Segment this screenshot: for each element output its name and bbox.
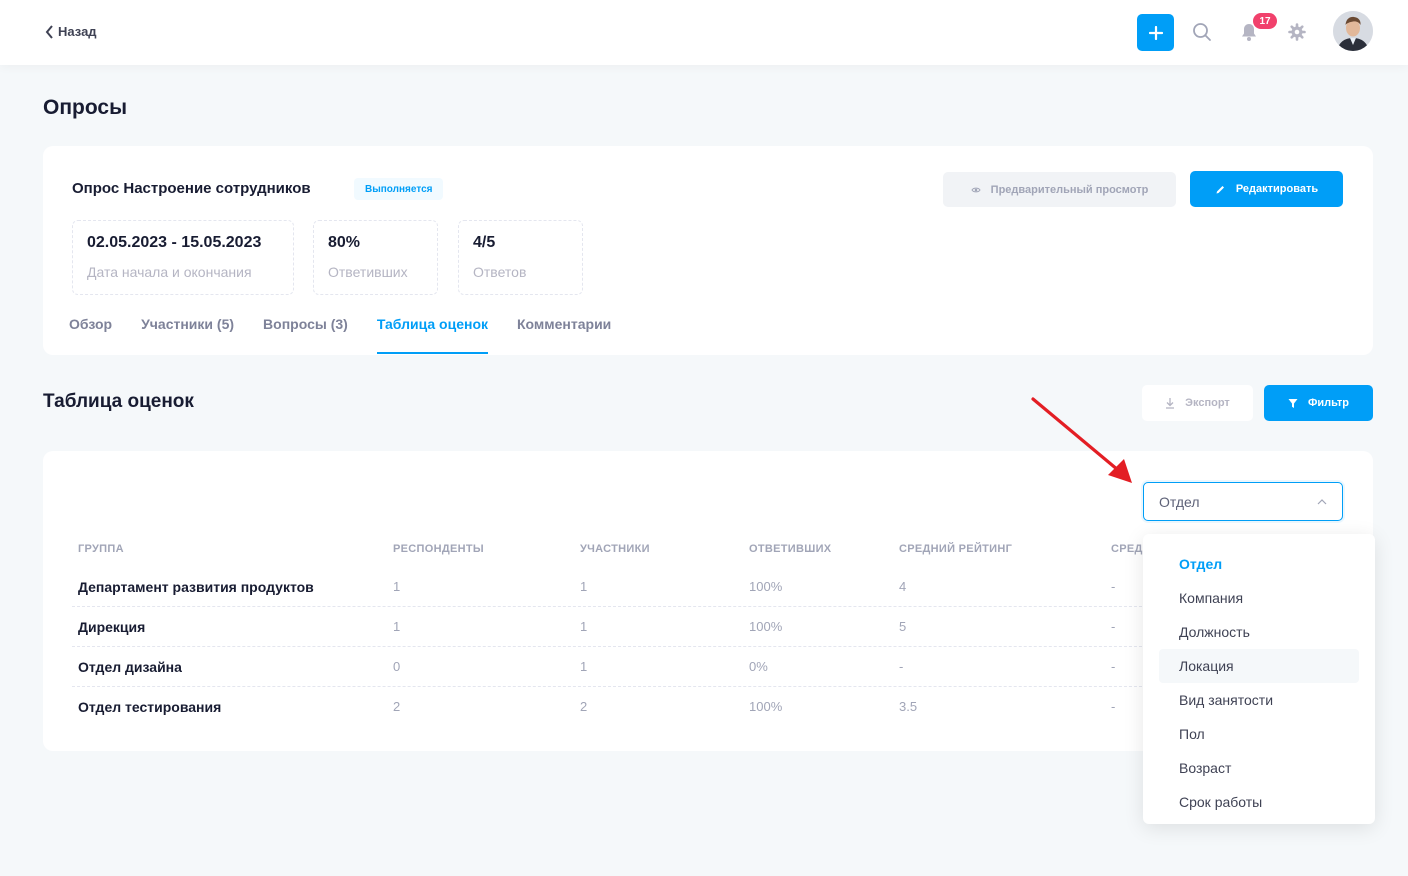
col-header-avg-cut[interactable]: СРЕД bbox=[1111, 543, 1143, 555]
preview-button[interactable]: Предварительный просмотр bbox=[943, 172, 1176, 207]
cell-answered: 100% bbox=[749, 619, 783, 634]
user-avatar[interactable] bbox=[1333, 11, 1373, 51]
stat-value: 4/5 bbox=[473, 234, 496, 251]
dropdown-option-age[interactable]: Возраст bbox=[1159, 751, 1359, 785]
filter-icon bbox=[1288, 398, 1298, 408]
cell-respondents: 2 bbox=[393, 699, 401, 714]
dropdown-option-position[interactable]: Должность bbox=[1159, 615, 1359, 649]
stat-value: 02.05.2023 - 15.05.2023 bbox=[87, 234, 262, 251]
tab-participants[interactable]: Участники (5) bbox=[141, 316, 234, 354]
edit-label: Редактировать bbox=[1235, 183, 1319, 195]
stat-dates: 02.05.2023 - 15.05.2023 Дата начала и ок… bbox=[72, 220, 294, 295]
cell-participants: 2 bbox=[580, 699, 588, 714]
table-row: Дирекция 1 1 100% 5 - bbox=[72, 607, 1162, 647]
col-header-group[interactable]: ГРУППА bbox=[78, 543, 124, 555]
cell-answered: 0% bbox=[749, 659, 768, 674]
back-link[interactable]: Назад bbox=[45, 24, 97, 39]
status-badge: Выполняется bbox=[354, 178, 444, 200]
cell-group: Отдел дизайна bbox=[78, 659, 182, 675]
cell-group: Отдел тестирования bbox=[78, 699, 222, 715]
dropdown-option-location[interactable]: Локация bbox=[1159, 649, 1359, 683]
table-row: Департамент развития продуктов 1 1 100% … bbox=[72, 567, 1162, 607]
search-icon bbox=[1193, 23, 1211, 41]
stat-label: Дата начала и окончания bbox=[87, 264, 252, 280]
cell-extra: - bbox=[1111, 579, 1116, 594]
plus-icon bbox=[1148, 25, 1163, 40]
stat-value: 80% bbox=[328, 234, 361, 251]
gear-icon bbox=[1288, 23, 1306, 41]
add-button[interactable] bbox=[1137, 14, 1174, 51]
survey-title: Опрос Настроение сотрудников bbox=[72, 180, 311, 197]
tab-questions[interactable]: Вопросы (3) bbox=[263, 316, 348, 354]
edit-button[interactable]: Редактировать bbox=[1190, 171, 1343, 207]
cell-participants: 1 bbox=[580, 659, 588, 674]
cell-answered: 100% bbox=[749, 579, 783, 594]
group-by-select[interactable]: Отдел bbox=[1143, 482, 1343, 521]
notifications-badge: 17 bbox=[1253, 13, 1277, 29]
settings-button[interactable] bbox=[1287, 22, 1307, 42]
tab-comments[interactable]: Комментарии bbox=[517, 316, 611, 354]
cell-avg-rating: 4 bbox=[899, 579, 907, 594]
cell-group: Департамент развития продуктов bbox=[78, 579, 314, 595]
filter-button[interactable]: Фильтр bbox=[1264, 385, 1373, 421]
stat-label: Ответивших bbox=[328, 264, 408, 280]
cell-respondents: 0 bbox=[393, 659, 401, 674]
cell-avg-rating: - bbox=[899, 659, 904, 674]
tab-ratings-table[interactable]: Таблица оценок bbox=[376, 316, 489, 354]
cell-participants: 1 bbox=[580, 579, 588, 594]
filter-label: Фильтр bbox=[1307, 397, 1350, 409]
dropdown-option-tenure[interactable]: Срок работы bbox=[1159, 785, 1359, 819]
dropdown-option-department[interactable]: Отдел bbox=[1159, 547, 1359, 581]
survey-card: Опрос Настроение сотрудников Выполняется… bbox=[43, 146, 1373, 355]
back-label: Назад bbox=[58, 24, 97, 39]
top-header: Назад 17 bbox=[0, 0, 1408, 65]
cell-participants: 1 bbox=[580, 619, 588, 634]
col-header-participants[interactable]: УЧАСТНИКИ bbox=[580, 543, 650, 555]
stat-answers: 4/5 Ответов bbox=[458, 220, 583, 295]
dropdown-option-employment-type[interactable]: Вид занятости bbox=[1159, 683, 1359, 717]
cell-answered: 100% bbox=[749, 699, 783, 714]
pencil-icon bbox=[1216, 185, 1224, 193]
table-row: Отдел дизайна 0 1 0% - - bbox=[72, 647, 1162, 687]
select-value: Отдел bbox=[1159, 493, 1200, 510]
export-label: Экспорт bbox=[1185, 397, 1230, 409]
download-icon bbox=[1166, 398, 1175, 409]
cell-extra: - bbox=[1111, 699, 1116, 714]
survey-tabs: Обзор Участники (5) Вопросы (3) Таблица … bbox=[69, 316, 640, 354]
col-header-respondents[interactable]: РЕСПОНДЕНТЫ bbox=[393, 543, 484, 555]
export-button[interactable]: Экспорт bbox=[1142, 385, 1253, 421]
stat-label: Ответов bbox=[473, 264, 527, 280]
cell-respondents: 1 bbox=[393, 579, 401, 594]
annotation-arrow bbox=[1031, 397, 1132, 483]
page-title: Опросы bbox=[43, 96, 128, 119]
group-by-dropdown: Отдел Компания Должность Локация Вид зан… bbox=[1143, 534, 1375, 824]
avatar-image bbox=[1333, 11, 1373, 51]
cell-extra: - bbox=[1111, 619, 1116, 634]
tab-overview[interactable]: Обзор bbox=[69, 316, 112, 354]
dropdown-option-gender[interactable]: Пол bbox=[1159, 717, 1359, 751]
stat-answered-percent: 80% Ответивших bbox=[313, 220, 438, 295]
preview-label: Предварительный просмотр bbox=[990, 183, 1149, 196]
col-header-avg-rating[interactable]: СРЕДНИЙ РЕЙТИНГ bbox=[899, 543, 1012, 555]
eye-icon bbox=[971, 187, 981, 192]
cell-extra: - bbox=[1111, 659, 1116, 674]
cell-avg-rating: 5 bbox=[899, 619, 907, 634]
ratings-section-title: Таблица оценок bbox=[43, 391, 194, 412]
cell-respondents: 1 bbox=[393, 619, 401, 634]
cell-group: Дирекция bbox=[78, 619, 146, 635]
cell-avg-rating: 3.5 bbox=[899, 699, 918, 714]
search-button[interactable] bbox=[1192, 22, 1212, 42]
chevron-up-icon bbox=[1317, 498, 1327, 504]
chevron-left-icon bbox=[45, 24, 53, 39]
dropdown-option-company[interactable]: Компания bbox=[1159, 581, 1359, 615]
table-row: Отдел тестирования 2 2 100% 3.5 - bbox=[72, 687, 1162, 727]
col-header-answered[interactable]: ОТВЕТИВШИХ bbox=[749, 543, 831, 555]
